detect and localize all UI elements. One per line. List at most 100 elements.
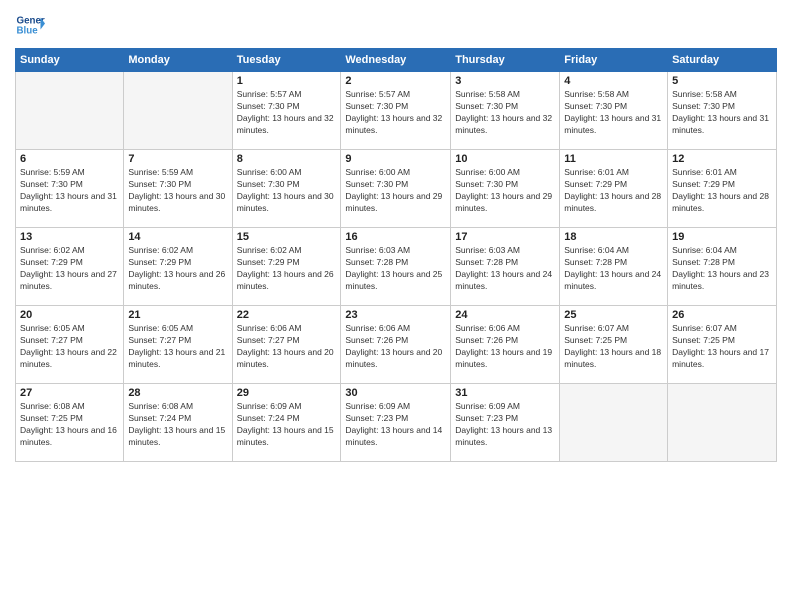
day-info: Sunrise: 5:58 AM Sunset: 7:30 PM Dayligh… xyxy=(564,89,663,137)
calendar-table: SundayMondayTuesdayWednesdayThursdayFrid… xyxy=(15,48,777,462)
week-row-2: 6 Sunrise: 5:59 AM Sunset: 7:30 PM Daylig… xyxy=(16,150,777,228)
day-number: 4 xyxy=(564,75,663,87)
day-number: 10 xyxy=(455,153,555,165)
day-info: Sunrise: 6:08 AM Sunset: 7:25 PM Dayligh… xyxy=(20,401,119,449)
day-cell: 4 Sunrise: 5:58 AM Sunset: 7:30 PM Daylig… xyxy=(560,72,668,150)
day-number: 29 xyxy=(237,387,337,399)
day-info: Sunrise: 6:04 AM Sunset: 7:28 PM Dayligh… xyxy=(564,245,663,293)
day-number: 1 xyxy=(237,75,337,87)
day-number: 22 xyxy=(237,309,337,321)
week-row-5: 27 Sunrise: 6:08 AM Sunset: 7:25 PM Dayli… xyxy=(16,384,777,462)
day-info: Sunrise: 6:06 AM Sunset: 7:26 PM Dayligh… xyxy=(455,323,555,371)
day-number: 31 xyxy=(455,387,555,399)
day-cell: 29 Sunrise: 6:09 AM Sunset: 7:24 PM Dayli… xyxy=(232,384,341,462)
day-number: 30 xyxy=(345,387,446,399)
day-number: 9 xyxy=(345,153,446,165)
day-cell: 11 Sunrise: 6:01 AM Sunset: 7:29 PM Dayli… xyxy=(560,150,668,228)
day-info: Sunrise: 6:01 AM Sunset: 7:29 PM Dayligh… xyxy=(564,167,663,215)
day-info: Sunrise: 6:02 AM Sunset: 7:29 PM Dayligh… xyxy=(237,245,337,293)
day-info: Sunrise: 6:02 AM Sunset: 7:29 PM Dayligh… xyxy=(128,245,227,293)
day-number: 20 xyxy=(20,309,119,321)
day-cell: 21 Sunrise: 6:05 AM Sunset: 7:27 PM Dayli… xyxy=(124,306,232,384)
day-number: 15 xyxy=(237,231,337,243)
day-cell: 30 Sunrise: 6:09 AM Sunset: 7:23 PM Dayli… xyxy=(341,384,451,462)
day-info: Sunrise: 6:05 AM Sunset: 7:27 PM Dayligh… xyxy=(128,323,227,371)
day-cell: 18 Sunrise: 6:04 AM Sunset: 7:28 PM Dayli… xyxy=(560,228,668,306)
day-cell: 15 Sunrise: 6:02 AM Sunset: 7:29 PM Dayli… xyxy=(232,228,341,306)
day-cell: 5Sunrise: 5:58 AM Sunset: 7:30 PM Daylig… xyxy=(668,72,777,150)
weekday-header-tuesday: Tuesday xyxy=(232,49,341,72)
day-number: 16 xyxy=(345,231,446,243)
day-cell: 22 Sunrise: 6:06 AM Sunset: 7:27 PM Dayli… xyxy=(232,306,341,384)
day-cell: 14 Sunrise: 6:02 AM Sunset: 7:29 PM Dayli… xyxy=(124,228,232,306)
day-cell: 8Sunrise: 6:00 AM Sunset: 7:30 PM Daylig… xyxy=(232,150,341,228)
day-info: Sunrise: 6:03 AM Sunset: 7:28 PM Dayligh… xyxy=(455,245,555,293)
day-info: Sunrise: 6:09 AM Sunset: 7:24 PM Dayligh… xyxy=(237,401,337,449)
day-info: Sunrise: 6:05 AM Sunset: 7:27 PM Dayligh… xyxy=(20,323,119,371)
day-cell: 27 Sunrise: 6:08 AM Sunset: 7:25 PM Dayli… xyxy=(16,384,124,462)
day-info: Sunrise: 6:00 AM Sunset: 7:30 PM Dayligh… xyxy=(455,167,555,215)
day-number: 13 xyxy=(20,231,119,243)
weekday-header-monday: Monday xyxy=(124,49,232,72)
day-cell: 17 Sunrise: 6:03 AM Sunset: 7:28 PM Dayli… xyxy=(451,228,560,306)
day-number: 19 xyxy=(672,231,772,243)
day-number: 18 xyxy=(564,231,663,243)
day-info: Sunrise: 6:09 AM Sunset: 7:23 PM Dayligh… xyxy=(345,401,446,449)
day-cell: 16Sunrise: 6:03 AM Sunset: 7:28 PM Dayli… xyxy=(341,228,451,306)
day-info: Sunrise: 5:59 AM Sunset: 7:30 PM Dayligh… xyxy=(128,167,227,215)
day-number: 26 xyxy=(672,309,772,321)
day-number: 6 xyxy=(20,153,119,165)
day-number: 11 xyxy=(564,153,663,165)
day-info: Sunrise: 5:59 AM Sunset: 7:30 PM Dayligh… xyxy=(20,167,119,215)
day-cell: 7 Sunrise: 5:59 AM Sunset: 7:30 PM Daylig… xyxy=(124,150,232,228)
day-cell: 31Sunrise: 6:09 AM Sunset: 7:23 PM Dayli… xyxy=(451,384,560,462)
day-cell: 1 Sunrise: 5:57 AM Sunset: 7:30 PM Daylig… xyxy=(232,72,341,150)
day-info: Sunrise: 6:00 AM Sunset: 7:30 PM Dayligh… xyxy=(345,167,446,215)
day-number: 21 xyxy=(128,309,227,321)
logo: General Blue xyxy=(15,10,45,40)
day-info: Sunrise: 6:07 AM Sunset: 7:25 PM Dayligh… xyxy=(564,323,663,371)
day-info: Sunrise: 5:57 AM Sunset: 7:30 PM Dayligh… xyxy=(345,89,446,137)
header: General Blue xyxy=(15,10,777,40)
day-cell: 9 Sunrise: 6:00 AM Sunset: 7:30 PM Daylig… xyxy=(341,150,451,228)
day-number: 8 xyxy=(237,153,337,165)
day-number: 3 xyxy=(455,75,555,87)
day-cell: 19 Sunrise: 6:04 AM Sunset: 7:28 PM Dayli… xyxy=(668,228,777,306)
day-cell: 2 Sunrise: 5:57 AM Sunset: 7:30 PM Daylig… xyxy=(341,72,451,150)
day-number: 14 xyxy=(128,231,227,243)
day-number: 23 xyxy=(345,309,446,321)
day-cell: 24Sunrise: 6:06 AM Sunset: 7:26 PM Dayli… xyxy=(451,306,560,384)
weekday-header-friday: Friday xyxy=(560,49,668,72)
day-number: 27 xyxy=(20,387,119,399)
weekday-header-saturday: Saturday xyxy=(668,49,777,72)
day-info: Sunrise: 6:04 AM Sunset: 7:28 PM Dayligh… xyxy=(672,245,772,293)
day-info: Sunrise: 5:58 AM Sunset: 7:30 PM Dayligh… xyxy=(455,89,555,137)
day-cell: 10 Sunrise: 6:00 AM Sunset: 7:30 PM Dayli… xyxy=(451,150,560,228)
logo-icon: General Blue xyxy=(15,10,45,40)
day-number: 7 xyxy=(128,153,227,165)
calendar-container: General Blue SundayMondayTuesdayWednesda… xyxy=(0,0,792,612)
day-info: Sunrise: 6:06 AM Sunset: 7:26 PM Dayligh… xyxy=(345,323,446,371)
week-row-3: 13 Sunrise: 6:02 AM Sunset: 7:29 PM Dayli… xyxy=(16,228,777,306)
weekday-header-row: SundayMondayTuesdayWednesdayThursdayFrid… xyxy=(16,49,777,72)
day-number: 25 xyxy=(564,309,663,321)
day-number: 28 xyxy=(128,387,227,399)
day-number: 2 xyxy=(345,75,446,87)
day-cell xyxy=(16,72,124,150)
day-cell: 23 Sunrise: 6:06 AM Sunset: 7:26 PM Dayli… xyxy=(341,306,451,384)
day-number: 17 xyxy=(455,231,555,243)
day-cell: 13 Sunrise: 6:02 AM Sunset: 7:29 PM Dayli… xyxy=(16,228,124,306)
weekday-header-thursday: Thursday xyxy=(451,49,560,72)
day-cell: 28 Sunrise: 6:08 AM Sunset: 7:24 PM Dayli… xyxy=(124,384,232,462)
svg-text:Blue: Blue xyxy=(17,25,39,36)
day-cell: 12 Sunrise: 6:01 AM Sunset: 7:29 PM Dayli… xyxy=(668,150,777,228)
day-info: Sunrise: 6:01 AM Sunset: 7:29 PM Dayligh… xyxy=(672,167,772,215)
day-number: 12 xyxy=(672,153,772,165)
day-info: Sunrise: 6:07 AM Sunset: 7:25 PM Dayligh… xyxy=(672,323,772,371)
day-info: Sunrise: 6:06 AM Sunset: 7:27 PM Dayligh… xyxy=(237,323,337,371)
day-number: 5 xyxy=(672,75,772,87)
day-cell xyxy=(560,384,668,462)
day-info: Sunrise: 6:02 AM Sunset: 7:29 PM Dayligh… xyxy=(20,245,119,293)
day-info: Sunrise: 5:57 AM Sunset: 7:30 PM Dayligh… xyxy=(237,89,337,137)
day-info: Sunrise: 6:08 AM Sunset: 7:24 PM Dayligh… xyxy=(128,401,227,449)
